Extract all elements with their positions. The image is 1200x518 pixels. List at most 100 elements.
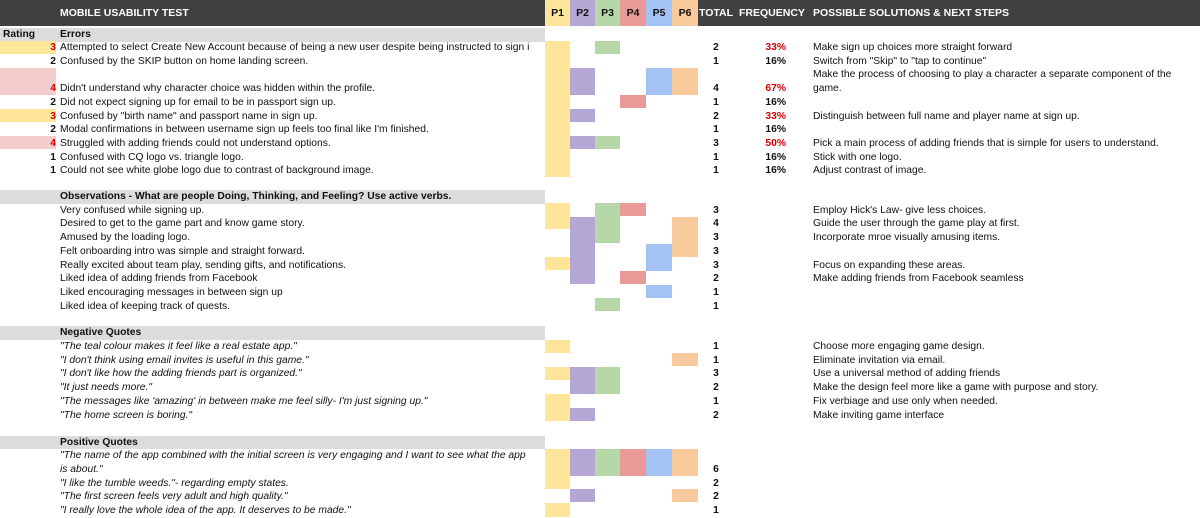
table-row[interactable]: "The home screen is boring." 2 Make invi…	[0, 409, 1200, 423]
solution-text[interactable]: Choose more engaging game design.	[813, 340, 1200, 354]
table-row[interactable]: 2 Modal confirmations in between usernam…	[0, 123, 1200, 137]
col-header-p1[interactable]: P1	[545, 0, 570, 26]
solution-text[interactable]	[813, 123, 1200, 137]
solution-text[interactable]: Make the design feel more like a game wi…	[813, 381, 1200, 395]
total-value[interactable]: 2	[704, 381, 728, 395]
total-value[interactable]: 3	[704, 231, 728, 245]
table-row[interactable]: "I like the tumble weeds."- regarding em…	[0, 477, 1200, 491]
observation-text[interactable]: Liked idea of adding friends from Facebo…	[60, 272, 545, 286]
solution-text[interactable]: Use a universal method of adding friends	[813, 367, 1200, 381]
total-value[interactable]: 1	[704, 300, 728, 314]
observation-text[interactable]: Liked idea of keeping track of quests.	[60, 300, 545, 314]
solution-text[interactable]: Make the process of choosing to play a c…	[813, 68, 1200, 82]
section-title-positive[interactable]: Positive Quotes	[60, 436, 138, 450]
solution-text[interactable]: game.	[813, 82, 1200, 96]
total-value[interactable]: 1	[704, 55, 728, 69]
solution-text[interactable]	[813, 245, 1200, 259]
solution-text[interactable]: Focus on expanding these areas.	[813, 259, 1200, 273]
section-title-observations[interactable]: Observations - What are people Doing, Th…	[60, 190, 451, 204]
col-header-p3[interactable]: P3	[595, 0, 620, 26]
frequency-value[interactable]: 33%	[750, 41, 786, 55]
solution-text[interactable]: Guide the user through the game play at …	[813, 217, 1200, 231]
rating-value[interactable]	[0, 68, 56, 82]
col-header-p2[interactable]: P2	[570, 0, 595, 26]
error-description[interactable]: Confused by "birth name" and passport na…	[60, 110, 545, 124]
frequency-value[interactable]: 16%	[750, 55, 786, 69]
observation-text[interactable]: Liked encouraging messages in between si…	[60, 286, 545, 300]
rating-value[interactable]: 2	[0, 123, 56, 137]
frequency-value[interactable]: 33%	[750, 110, 786, 124]
total-value[interactable]: 2	[704, 409, 728, 423]
total-value[interactable]: 1	[704, 151, 728, 165]
quote-text[interactable]: is about."	[60, 463, 545, 477]
table-row[interactable]: 1 Could not see white globe logo due to …	[0, 164, 1200, 178]
table-row[interactable]: 3 Confused by "birth name" and passport …	[0, 110, 1200, 124]
table-row[interactable]: "It just needs more." 2 Make the design …	[0, 381, 1200, 395]
col-header-p6[interactable]: P6	[672, 0, 698, 26]
frequency-value[interactable]: 16%	[750, 96, 786, 110]
solution-text[interactable]	[813, 300, 1200, 314]
solution-text[interactable]: Make sign up choices more straight forwa…	[813, 41, 1200, 55]
quote-text[interactable]: "The first screen feels very adult and h…	[60, 490, 545, 504]
table-row[interactable]: 4 Struggled with adding friends could no…	[0, 137, 1200, 151]
total-value[interactable]: 1	[704, 354, 728, 368]
error-description[interactable]: Did not expect signing up for email to b…	[60, 96, 545, 110]
quote-text[interactable]: "It just needs more."	[60, 381, 545, 395]
col-header-p4[interactable]: P4	[620, 0, 646, 26]
quote-text[interactable]: "The teal colour makes it feel like a re…	[60, 340, 545, 354]
table-row[interactable]: Liked encouraging messages in between si…	[0, 286, 1200, 300]
total-value[interactable]: 1	[704, 164, 728, 178]
solution-text[interactable]: Eliminate invitation via email.	[813, 354, 1200, 368]
total-value[interactable]	[704, 449, 728, 463]
table-row[interactable]: "I don't like how the adding friends par…	[0, 367, 1200, 381]
rating-value[interactable]: 3	[0, 110, 56, 124]
total-value[interactable]: 4	[704, 82, 728, 96]
quote-text[interactable]: "I don't think using email invites is us…	[60, 354, 545, 368]
total-value[interactable]: 2	[704, 41, 728, 55]
col-header-total[interactable]: TOTAL	[699, 0, 733, 26]
col-header-solutions[interactable]: POSSIBLE SOLUTIONS & NEXT STEPS	[813, 0, 1009, 26]
table-row[interactable]: "I don't think using email invites is us…	[0, 354, 1200, 368]
quote-text[interactable]: "I like the tumble weeds."- regarding em…	[60, 477, 545, 491]
total-value[interactable]: 1	[704, 340, 728, 354]
solution-text[interactable]: Make inviting game interface	[813, 409, 1200, 423]
table-row[interactable]: 2 Did not expect signing up for email to…	[0, 96, 1200, 110]
table-row[interactable]: 1 Confused with CQ logo vs. triangle log…	[0, 151, 1200, 165]
table-row[interactable]: "The first screen feels very adult and h…	[0, 490, 1200, 504]
quote-text[interactable]: "The messages like 'amazing' in between …	[60, 395, 545, 409]
error-description[interactable]: Attempted to select Create New Account b…	[60, 41, 545, 55]
error-description[interactable]: Confused by the SKIP button on home land…	[60, 55, 545, 69]
frequency-value[interactable]: 50%	[750, 137, 786, 151]
frequency-value[interactable]	[750, 68, 786, 82]
solution-text[interactable]: Employ Hick's Law- give less choices.	[813, 204, 1200, 218]
col-header-p5[interactable]: P5	[646, 0, 672, 26]
rating-value[interactable]: 3	[0, 41, 56, 55]
total-value[interactable]: 3	[704, 204, 728, 218]
total-value[interactable]: 3	[704, 245, 728, 259]
solution-text[interactable]: Switch from "Skip" to "tap to continue"	[813, 55, 1200, 69]
rating-value[interactable]: 2	[0, 55, 56, 69]
solution-text[interactable]: Distinguish between full name and player…	[813, 110, 1200, 124]
table-row[interactable]: Really excited about team play, sending …	[0, 259, 1200, 273]
rating-value[interactable]: 1	[0, 151, 56, 165]
solution-text[interactable]: Pick a main process of adding friends th…	[813, 137, 1200, 151]
table-row[interactable]: "The teal colour makes it feel like a re…	[0, 340, 1200, 354]
observation-text[interactable]: Very confused while signing up.	[60, 204, 545, 218]
observation-text[interactable]: Amused by the loading logo.	[60, 231, 545, 245]
total-value[interactable]: 6	[704, 463, 728, 477]
total-value[interactable]: 3	[704, 367, 728, 381]
total-value[interactable]: 1	[704, 504, 728, 518]
total-value[interactable]: 1	[704, 395, 728, 409]
total-value[interactable]: 2	[704, 110, 728, 124]
table-row[interactable]: 4 Didn't understand why character choice…	[0, 82, 1200, 96]
table-row[interactable]: 3 Attempted to select Create New Account…	[0, 41, 1200, 55]
table-row[interactable]: Desired to get to the game part and know…	[0, 217, 1200, 231]
table-row[interactable]: Amused by the loading logo. 3 Incorporat…	[0, 231, 1200, 245]
section-title-negative[interactable]: Negative Quotes	[60, 326, 141, 340]
solution-text[interactable]: Stick with one logo.	[813, 151, 1200, 165]
total-value[interactable]: 2	[704, 477, 728, 491]
total-value[interactable]: 1	[704, 286, 728, 300]
table-row[interactable]: "The messages like 'amazing' in between …	[0, 395, 1200, 409]
error-description[interactable]: Could not see white globe logo due to co…	[60, 164, 545, 178]
total-value[interactable]	[704, 68, 728, 82]
